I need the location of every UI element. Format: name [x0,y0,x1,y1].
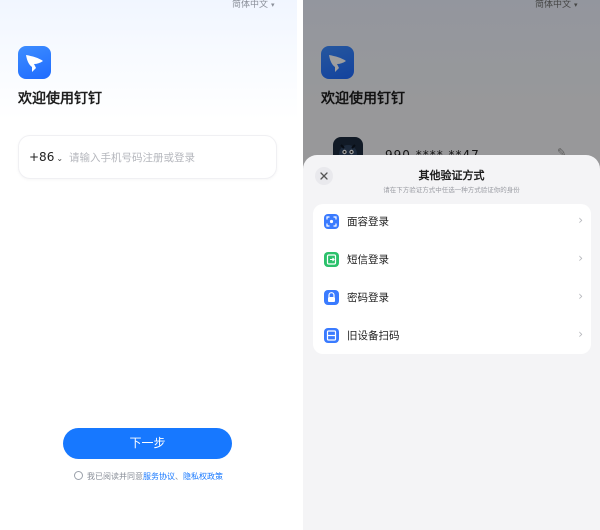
next-button[interactable]: 下一步 [63,428,232,459]
option-label: 旧设备扫码 [347,330,400,342]
close-icon [320,172,328,180]
language-label: 简体中文 [232,0,269,10]
verification-options-list: 面容登录 › 短信登录 › 密码登录 › 旧设备扫码 › [313,204,591,354]
country-code: +86 [29,150,55,164]
caret-down-icon: ▾ [271,1,275,9]
option-label: 面容登录 [347,216,389,228]
chevron-right-icon: › [578,327,583,341]
lock-icon [324,290,339,305]
option-sms-login[interactable]: 短信登录 › [313,242,591,278]
dingtalk-logo-icon [18,46,51,79]
verification-sheet: 其他验证方式 请在下方验证方式中任选一种方式验证你的身份 面容登录 › 短信登录… [303,155,600,530]
agreement-text: 我已阅读并同意 [87,472,143,481]
option-password-login[interactable]: 密码登录 › [313,280,591,316]
country-code-selector[interactable]: +86 ⌄ [29,150,63,164]
welcome-title: 欢迎使用钉钉 [18,91,102,107]
phone-login-screen: 简体中文▾ 欢迎使用钉钉 +86⌄ 下一步 我已阅读并同意服务协议、隐私权政策 [0,0,297,530]
chevron-right-icon: › [578,289,583,303]
sheet-title: 其他验证方式 [418,169,485,182]
language-selector[interactable]: 简体中文 ▾ [232,0,275,10]
close-button[interactable] [315,167,333,185]
option-old-device-scan[interactable]: 旧设备扫码 › [313,318,591,354]
agreement-checkbox[interactable] [74,471,83,480]
option-face-login[interactable]: 面容登录 › [313,204,591,240]
verification-method-screen: 简体中文▾ 欢迎使用钉钉 990 **** **47 ✎ 其他验证方式 请在下方… [303,0,600,530]
qr-scan-icon [324,328,339,343]
option-label: 短信登录 [347,254,389,266]
service-agreement-link[interactable]: 服务协议 [143,472,175,481]
chevron-right-icon: › [578,213,583,227]
phone-number-input[interactable] [69,146,269,170]
privacy-policy-link[interactable]: 隐私权政策 [183,472,223,481]
option-label: 密码登录 [347,292,389,304]
chevron-right-icon: › [578,251,583,265]
sms-icon [324,252,339,267]
agreement-row: 我已阅读并同意服务协议、隐私权政策 [74,471,223,482]
face-scan-icon [324,214,339,229]
agreement-separator: 、 [175,472,183,481]
sheet-subtitle: 请在下方验证方式中任选一种方式验证你的身份 [383,186,520,194]
phone-field: +86 ⌄ [18,135,277,179]
chevron-down-icon: ⌄ [56,154,64,163]
